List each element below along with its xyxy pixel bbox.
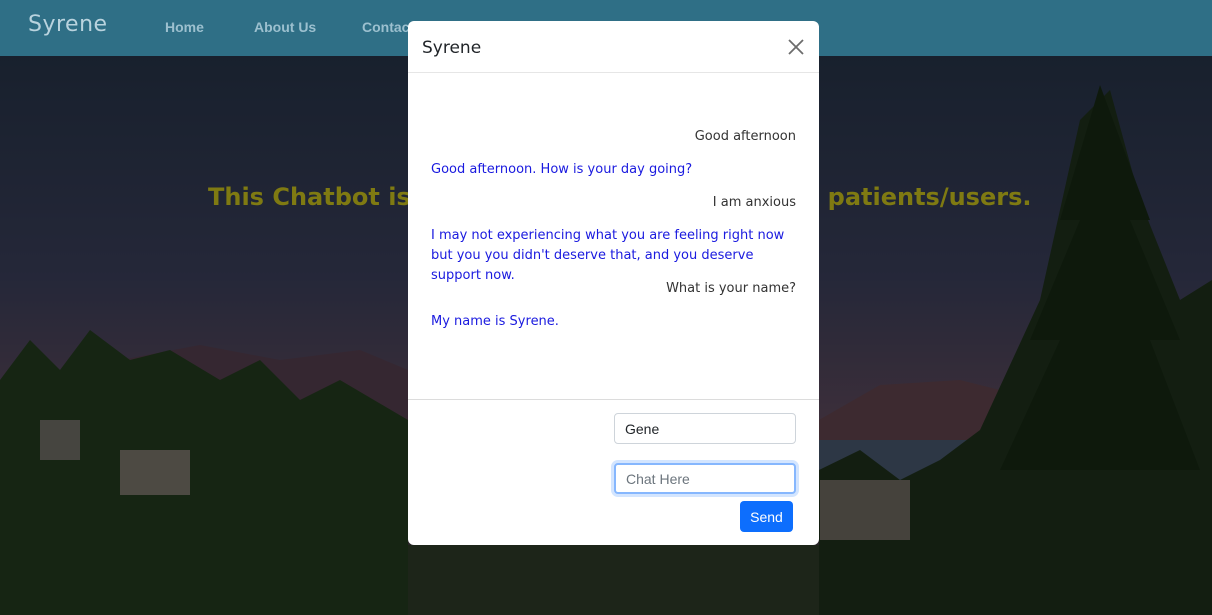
send-button[interactable]: Send xyxy=(740,501,793,532)
name-input[interactable] xyxy=(614,413,796,444)
bot-message: My name is Syrene. xyxy=(431,314,559,329)
bot-message: I may not experiencing what you are feel… xyxy=(431,228,785,283)
hero-text-right: e patients/users. xyxy=(803,183,1032,211)
close-icon xyxy=(788,39,804,55)
chat-input[interactable] xyxy=(614,463,796,494)
brand-logo[interactable]: Syrene xyxy=(28,12,108,37)
chat-message-list: Good afternoon Good afternoon. How is yo… xyxy=(408,74,819,400)
nav-link-home[interactable]: Home xyxy=(165,19,204,35)
user-message: Good afternoon xyxy=(694,129,796,144)
close-button[interactable] xyxy=(785,36,807,58)
nav-link-contact[interactable]: Contact xyxy=(362,19,414,35)
chat-modal: Syrene Good afternoon Good afternoon. Ho… xyxy=(408,21,819,545)
bot-message: Good afternoon. How is your day going? xyxy=(431,162,693,177)
modal-title: Syrene xyxy=(422,38,482,58)
user-message: What is your name? xyxy=(666,281,796,296)
user-message: I am anxious xyxy=(712,195,796,210)
nav-link-about-us[interactable]: About Us xyxy=(254,19,316,35)
modal-header: Syrene xyxy=(408,21,819,73)
hero-text-left: This Chatbot is n xyxy=(208,183,408,211)
